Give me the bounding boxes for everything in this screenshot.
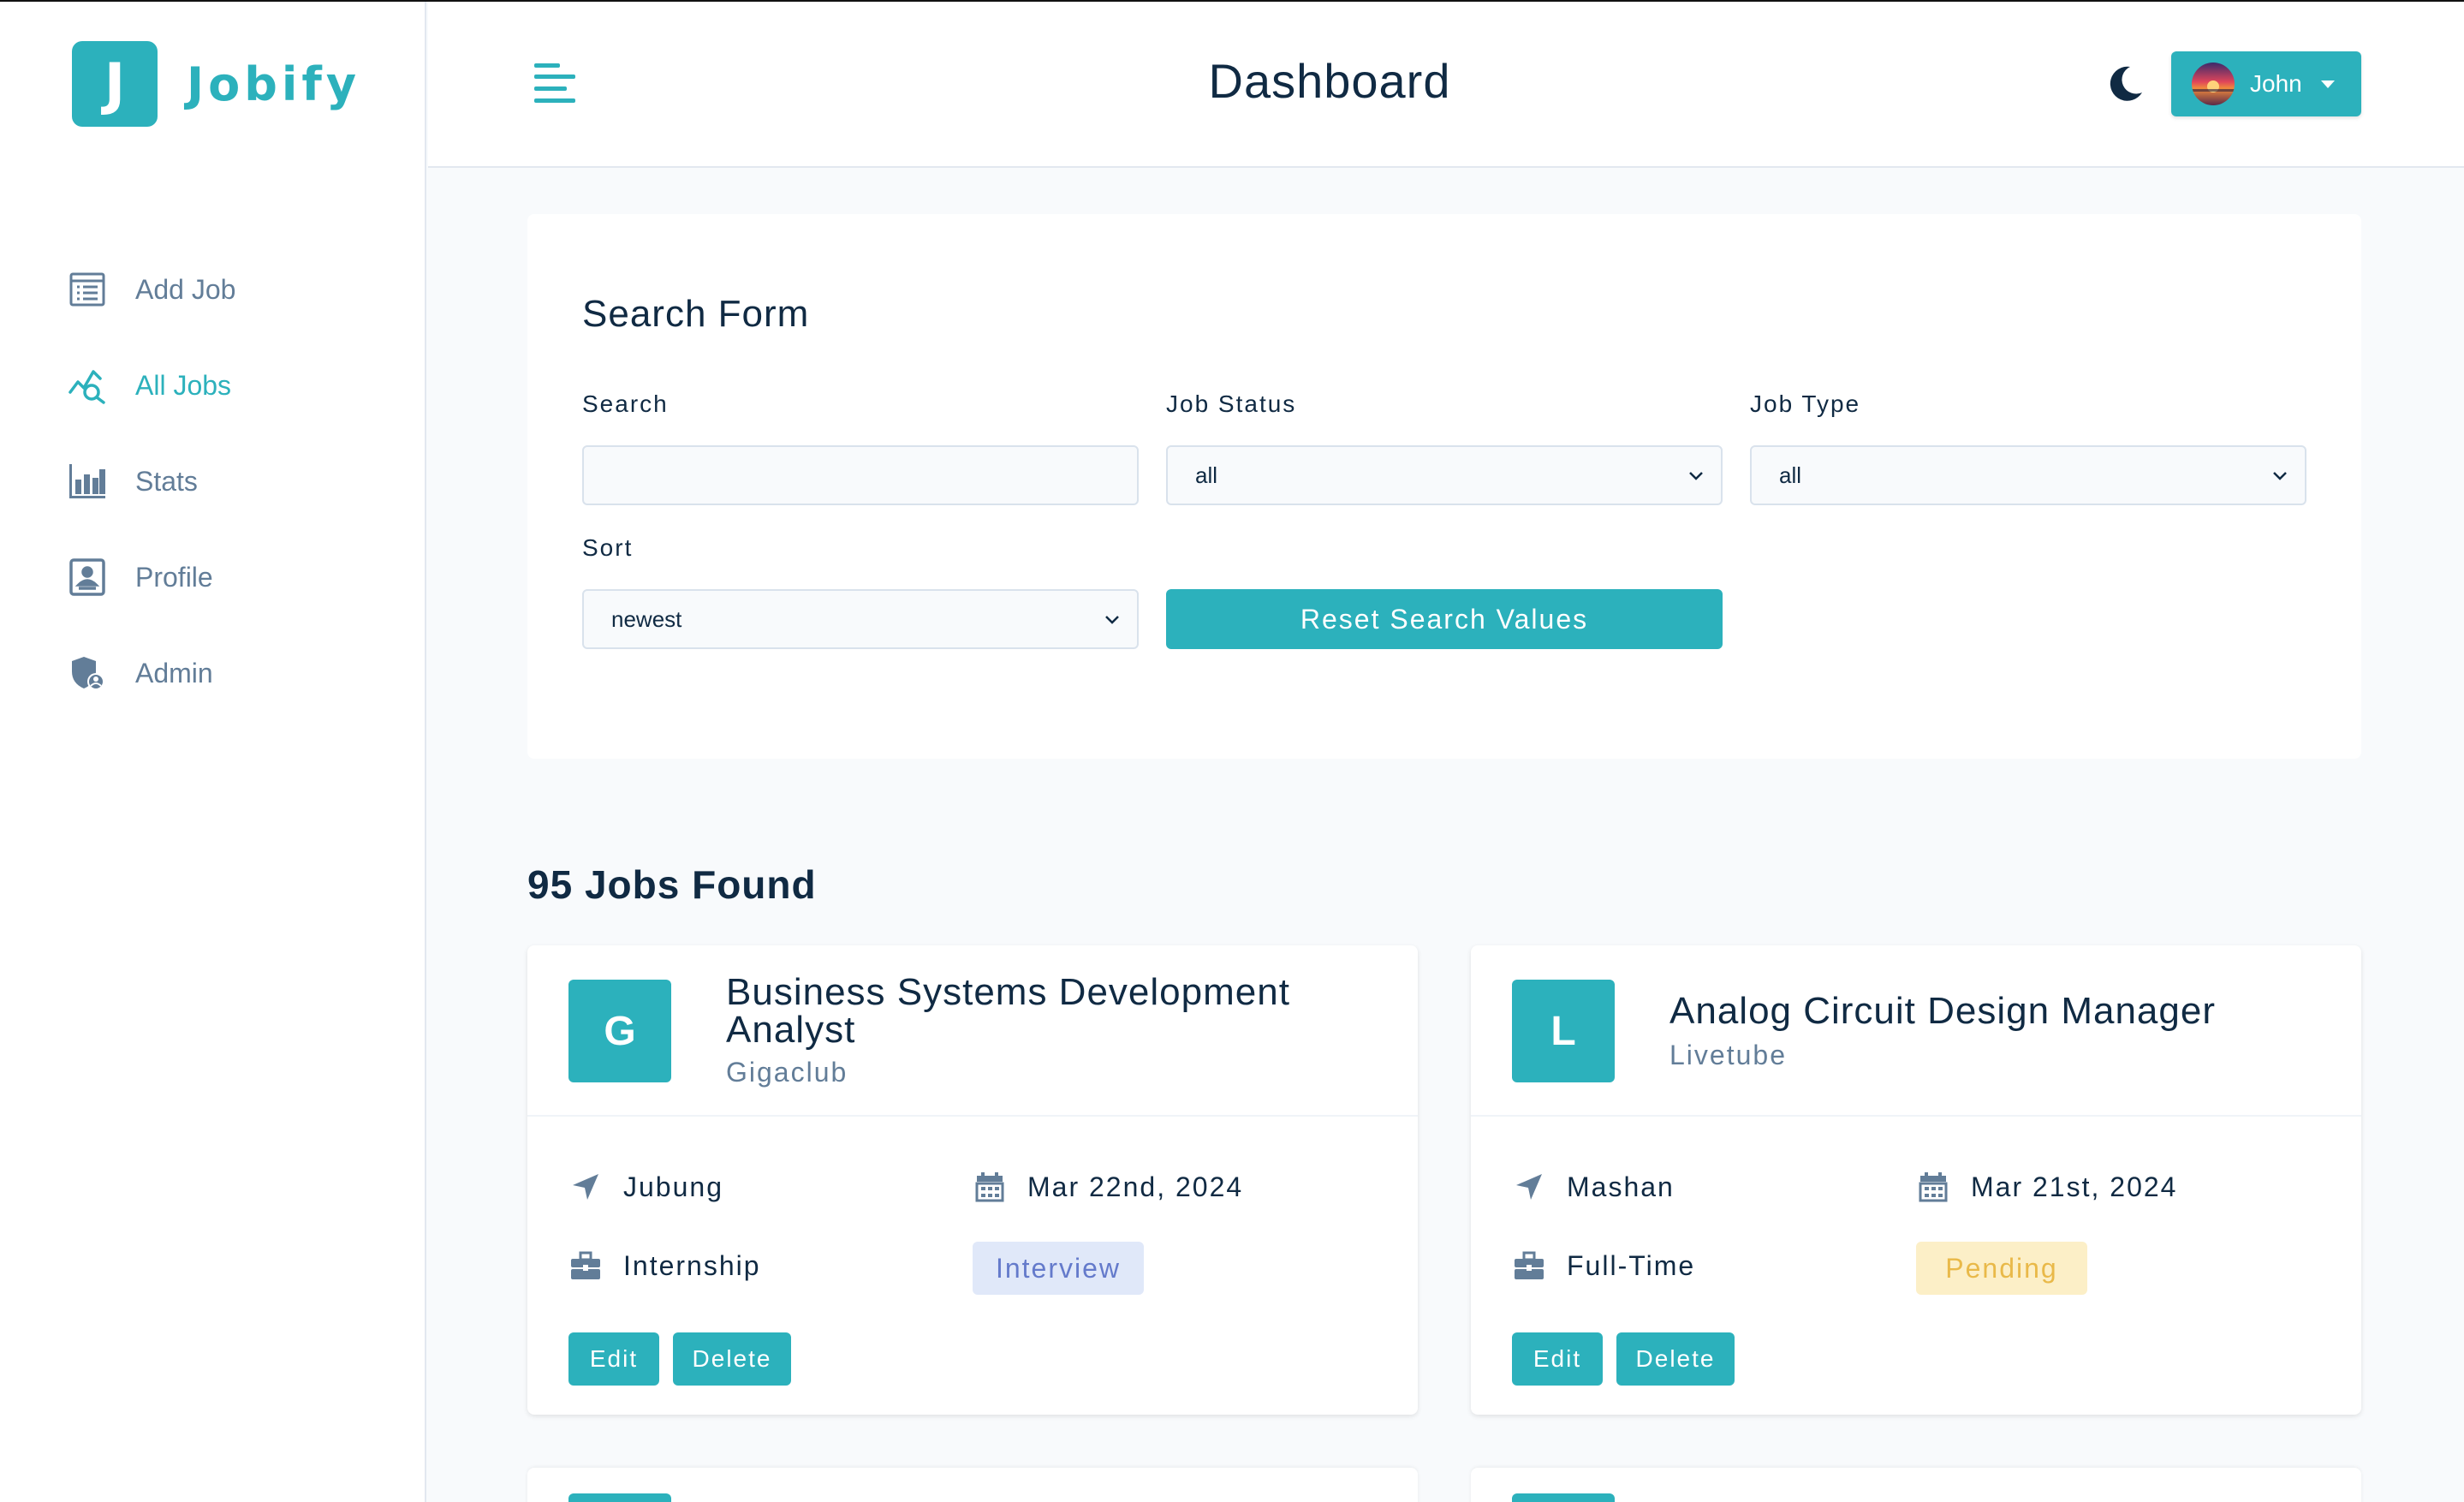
calendar-icon	[973, 1170, 1007, 1204]
sidebar-item-stats[interactable]: Stats	[67, 433, 235, 529]
sidebar-item-label: Add Job	[135, 273, 236, 305]
company-letter-badge: L	[1512, 980, 1615, 1082]
sidebar-item-label: All Jobs	[135, 369, 232, 401]
sidebar-item-label: Admin	[135, 657, 213, 688]
job-status-value: all	[1195, 462, 1218, 488]
edit-button[interactable]: Edit	[568, 1332, 659, 1386]
job-type-text: Internship	[623, 1249, 761, 1281]
chevron-down-icon	[1105, 616, 1119, 624]
company-letter-badge: G	[568, 980, 671, 1082]
sidebar-item-label: Stats	[135, 465, 198, 497]
job-status-select[interactable]: all	[1166, 445, 1723, 505]
job-date: Mar 21st, 2024	[1916, 1170, 2177, 1204]
job-type-text: Full-Time	[1567, 1249, 1696, 1281]
sort-select[interactable]: newest	[582, 589, 1139, 649]
job-card-partial	[1471, 1468, 2361, 1502]
job-card: G Business Systems Development Analyst G…	[527, 945, 1418, 1415]
top-navbar: Dashboard John	[428, 2, 2464, 168]
search-form-title: Search Form	[582, 293, 810, 335]
window-top-border	[0, 0, 2464, 2]
logo-mark: J	[72, 41, 158, 127]
job-card-header: G Business Systems Development Analyst G…	[527, 945, 1418, 1117]
user-menu-button[interactable]: John	[2171, 51, 2361, 116]
avatar	[2192, 63, 2235, 105]
sort-label: Sort	[582, 534, 634, 561]
job-date: Mar 22nd, 2024	[973, 1170, 1243, 1204]
chevron-down-icon	[2273, 472, 2287, 480]
add-job-form-icon	[67, 269, 108, 310]
logo-name: Jobify	[187, 57, 361, 111]
job-status-label: Job Status	[1166, 390, 1297, 417]
sidebar-item-add-job[interactable]: Add Job	[67, 241, 235, 337]
job-card: L Analog Circuit Design Manager Livetube…	[1471, 945, 2361, 1415]
sidebar-item-admin[interactable]: Admin	[67, 625, 235, 721]
bar-chart-icon	[67, 461, 108, 502]
page-title: Dashboard	[1208, 54, 1451, 108]
edit-button[interactable]: Edit	[1512, 1332, 1603, 1386]
search-input[interactable]	[582, 445, 1139, 505]
sidebar-nav: Add Job All Jobs Stats Profile Admin	[67, 241, 235, 721]
logo[interactable]: J Jobify	[72, 41, 360, 127]
search-label: Search	[582, 390, 669, 417]
company-letter-badge-partial	[568, 1493, 671, 1502]
reset-search-button[interactable]: Reset Search Values	[1166, 589, 1723, 649]
job-type: Internship	[568, 1249, 761, 1283]
user-name: John	[2250, 70, 2302, 97]
location-arrow-icon	[1512, 1170, 1546, 1204]
chart-search-icon	[67, 365, 108, 406]
delete-button[interactable]: Delete	[673, 1332, 791, 1386]
job-type-select[interactable]: all	[1750, 445, 2306, 505]
job-location-text: Jubung	[623, 1171, 723, 1202]
company-letter-badge-partial	[1512, 1493, 1615, 1502]
sidebar-item-label: Profile	[135, 561, 213, 593]
briefcase-icon	[1512, 1249, 1546, 1283]
job-card-header: L Analog Circuit Design Manager Livetube	[1471, 945, 2361, 1117]
briefcase-icon	[568, 1249, 603, 1283]
jobs-found-heading: 95 Jobs Found	[527, 862, 817, 907]
job-type-label: Job Type	[1750, 390, 1861, 417]
status-badge: Interview	[973, 1242, 1144, 1295]
job-type-value: all	[1779, 462, 1802, 488]
job-location-text: Mashan	[1567, 1171, 1675, 1202]
job-company: Livetube	[1669, 1040, 1787, 1070]
id-card-icon	[67, 557, 108, 598]
sort-value: newest	[611, 605, 682, 632]
sidebar-item-all-jobs[interactable]: All Jobs	[67, 337, 235, 433]
shield-user-icon	[67, 653, 108, 694]
sidebar: J Jobify Add Job All Jobs Stats Profile …	[0, 0, 426, 1502]
job-position: Business Systems Development	[726, 971, 1290, 1013]
calendar-icon	[1916, 1170, 1950, 1204]
location-arrow-icon	[568, 1170, 603, 1204]
status-badge: Pending	[1916, 1242, 2087, 1295]
job-date-text: Mar 22nd, 2024	[1027, 1171, 1244, 1202]
job-location: Mashan	[1512, 1170, 1675, 1204]
job-card-partial	[527, 1468, 1418, 1502]
delete-button[interactable]: Delete	[1616, 1332, 1735, 1386]
search-form: Search Form Search Job Status all Job Ty…	[527, 214, 2361, 759]
job-position-line-2: Analyst	[726, 1009, 856, 1051]
job-location: Jubung	[568, 1170, 723, 1204]
caret-down-icon	[2320, 80, 2335, 88]
job-date-text: Mar 21st, 2024	[1971, 1171, 2178, 1202]
job-position: Analog Circuit Design Manager	[1669, 990, 2216, 1032]
moon-icon[interactable]	[2104, 62, 2147, 104]
job-company: Gigaclub	[726, 1057, 848, 1088]
job-type: Full-Time	[1512, 1249, 1695, 1283]
sidebar-item-profile[interactable]: Profile	[67, 529, 235, 625]
chevron-down-icon	[1689, 472, 1703, 480]
